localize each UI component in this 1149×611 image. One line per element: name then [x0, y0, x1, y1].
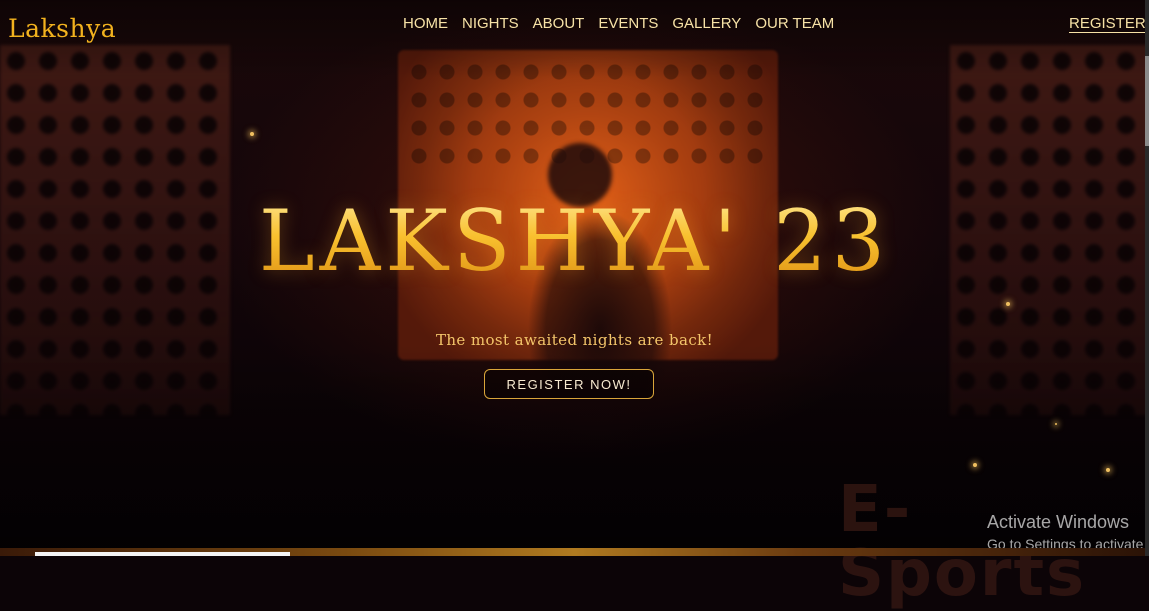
sparkle: [973, 463, 977, 467]
nav-gallery[interactable]: GALLERY: [672, 15, 741, 32]
hero-tagline: The most awaited nights are back!: [435, 331, 714, 349]
windows-activation-overlay: Activate Windows Go to Settings to activ…: [987, 512, 1143, 552]
nav-about[interactable]: ABOUT: [533, 15, 585, 32]
hero-title: LAKSHYA' 23: [0, 192, 1149, 290]
sparkle: [1106, 468, 1110, 472]
activation-title: Activate Windows: [987, 512, 1130, 532]
sparkle: [250, 132, 254, 136]
nav-events[interactable]: EVENTS: [598, 15, 658, 32]
bottom-bar: [35, 552, 290, 556]
sparkle: [1055, 423, 1057, 425]
brand-logo[interactable]: Lakshya: [8, 14, 116, 43]
nav-our-team[interactable]: OUR TEAM: [755, 15, 834, 32]
register-now-button[interactable]: REGISTER NOW!: [484, 369, 654, 399]
scrollbar-thumb[interactable]: [1145, 56, 1149, 146]
main-nav: HOME NIGHTS ABOUT EVENTS GALLERY OUR TEA…: [403, 15, 834, 32]
nav-nights[interactable]: NIGHTS: [462, 15, 519, 32]
sparkle: [1006, 302, 1010, 306]
nav-home[interactable]: HOME: [403, 15, 448, 32]
register-link[interactable]: REGISTER: [1069, 15, 1146, 32]
